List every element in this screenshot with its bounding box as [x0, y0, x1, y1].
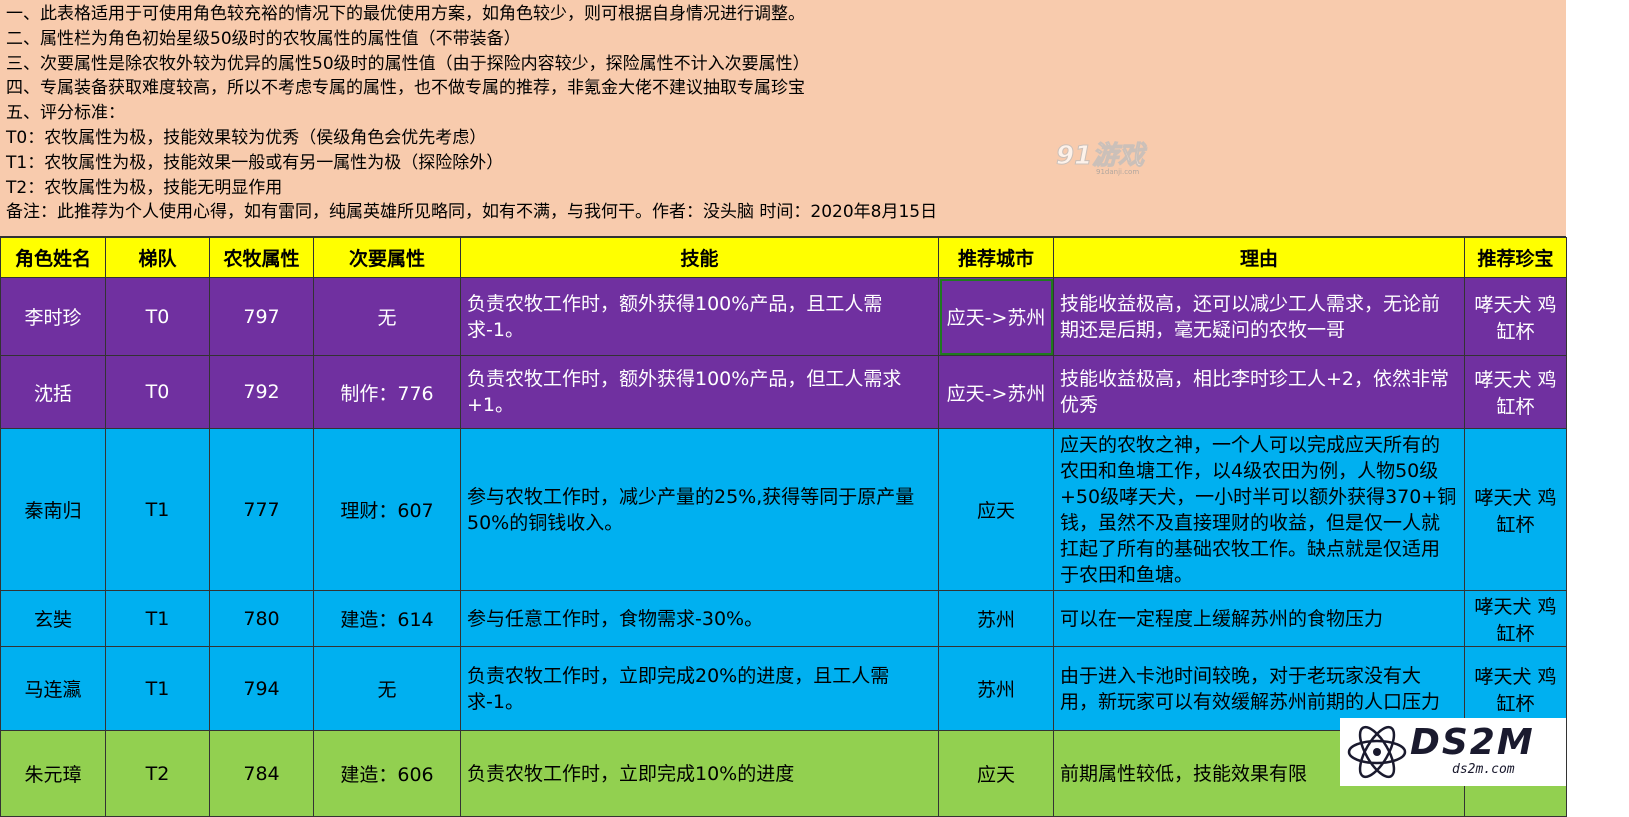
cell-reason: 技能收益极高，还可以减少工人需求，无论前期还是后期，毫无疑问的农牧一哥 — [1053, 277, 1465, 356]
cell-name: 玄奘 — [0, 590, 106, 647]
cell-secondary: 理财：607 — [313, 428, 461, 591]
cell-reason: 技能收益极高，相比李时珍工人+2，依然非常优秀 — [1053, 355, 1465, 429]
watermark-91-sub: 91danji.com — [1096, 168, 1139, 176]
cell-farm: 794 — [209, 646, 314, 731]
cell-city: 苏州 — [938, 646, 1054, 731]
cell-treasure: 哮天犬 鸡缸杯 — [1464, 428, 1567, 591]
notes-panel: 一、此表格适用于可使用角色较充裕的情况下的最优使用方案，如角色较少，则可根据自身… — [0, 0, 1566, 237]
table-row: 沈括 T0 792 制作：776 负责农牧工作时，额外获得100%产品，但工人需… — [0, 355, 1567, 429]
cell-reason: 可以在一定程度上缓解苏州的食物压力 — [1053, 590, 1465, 647]
watermark-91-logo: 91游戏 91danji.com — [1056, 141, 1148, 177]
cell-name: 朱元璋 — [0, 730, 106, 817]
cell-farm: 784 — [209, 730, 314, 817]
cell-city: 应天 — [938, 428, 1054, 591]
table-row: 李时珍 T0 797 无 负责农牧工作时，额外获得100%产品，且工人需求-1。… — [0, 277, 1567, 356]
cell-name: 李时珍 — [0, 277, 106, 356]
note-line: 二、属性栏为角色初始星级50级时的农牧属性的属性值（不带装备） — [6, 28, 521, 49]
header-tier: 梯队 — [105, 237, 210, 278]
note-line: 备注：此推荐为个人使用心得，如有雷同，纯属英雄所见略同，如有不满，与我何干。作者… — [6, 202, 938, 223]
cell-tier: T0 — [105, 277, 210, 356]
header-name: 角色姓名 — [0, 237, 106, 278]
cell-treasure: 哮天犬 鸡缸杯 — [1464, 590, 1567, 647]
cell-tier: T1 — [105, 646, 210, 731]
header-city: 推荐城市 — [938, 237, 1054, 278]
cell-skill: 负责农牧工作时，额外获得100%产品，且工人需求-1。 — [460, 277, 939, 356]
recommendation-table: 角色姓名 梯队 农牧属性 次要属性 技能 推荐城市 理由 推荐珍宝 李时珍 T0… — [0, 237, 1567, 817]
cell-tier: T0 — [105, 355, 210, 429]
note-line: T2：农牧属性为极，技能无明显作用 — [6, 177, 283, 198]
cell-skill: 参与农牧工作时，减少产量的25%,获得等同于原产量50%的铜钱收入。 — [460, 428, 939, 591]
cell-secondary: 无 — [313, 277, 461, 356]
cell-skill: 负责农牧工作时，立即完成10%的进度 — [460, 730, 939, 817]
cell-secondary: 无 — [313, 646, 461, 731]
note-line: 三、次要属性是除农牧外较为优异的属性50级时的属性值（由于探险内容较少，探险属性… — [6, 53, 810, 74]
header-farm: 农牧属性 — [209, 237, 314, 278]
cell-secondary: 制作：776 — [313, 355, 461, 429]
cell-name: 沈括 — [0, 355, 106, 429]
ds2m-logo-url: ds2m.com — [1452, 762, 1515, 777]
ds2m-logo: DS2M ds2m.com — [1340, 718, 1566, 786]
header-row: 角色姓名 梯队 农牧属性 次要属性 技能 推荐城市 理由 推荐珍宝 — [0, 237, 1567, 278]
cell-secondary: 建造：614 — [313, 590, 461, 647]
cell-farm: 777 — [209, 428, 314, 591]
header-treasure: 推荐珍宝 — [1464, 237, 1567, 278]
table-row: 秦南归 T1 777 理财：607 参与农牧工作时，减少产量的25%,获得等同于… — [0, 428, 1567, 591]
cell-city[interactable]: 应天->苏州 — [938, 277, 1054, 356]
cell-tier: T1 — [105, 590, 210, 647]
atom-icon — [1347, 725, 1407, 779]
note-line: T1：农牧属性为极，技能效果一般或有另一属性为极（探险除外） — [6, 152, 504, 173]
cell-skill: 参与任意工作时，食物需求-30%。 — [460, 590, 939, 647]
cell-name: 马连瀛 — [0, 646, 106, 731]
header-reason: 理由 — [1053, 237, 1465, 278]
cell-farm: 780 — [209, 590, 314, 647]
cell-treasure: 哮天犬 鸡缸杯 — [1464, 277, 1567, 356]
cell-city: 苏州 — [938, 590, 1054, 647]
cell-reason: 应天的农牧之神，一个人可以完成应天所有的农田和鱼塘工作，以4级农田为例，人物50… — [1053, 428, 1465, 591]
watermark-91-main: 91游戏 — [1056, 141, 1147, 171]
table-row: 马连瀛 T1 794 无 负责农牧工作时，立即完成20%的进度，且工人需求-1。… — [0, 646, 1567, 731]
note-line: 四、专属装备获取难度较高，所以不考虑专属的属性，也不做专属的推荐，非氪金大佬不建… — [6, 78, 805, 99]
cell-treasure: 哮天犬 鸡缸杯 — [1464, 355, 1567, 429]
cell-secondary: 建造：606 — [313, 730, 461, 817]
cell-skill: 负责农牧工作时，额外获得100%产品，但工人需求+1。 — [460, 355, 939, 429]
cell-farm: 797 — [209, 277, 314, 356]
table-row: 玄奘 T1 780 建造：614 参与任意工作时，食物需求-30%。 苏州 可以… — [0, 590, 1567, 647]
cell-skill: 负责农牧工作时，立即完成20%的进度，且工人需求-1。 — [460, 646, 939, 731]
cell-tier: T2 — [105, 730, 210, 817]
cell-farm: 792 — [209, 355, 314, 429]
note-line: 一、此表格适用于可使用角色较充裕的情况下的最优使用方案，如角色较少，则可根据自身… — [6, 4, 805, 24]
table-row: 朱元璋 T2 784 建造：606 负责农牧工作时，立即完成10%的进度 应天 … — [0, 730, 1567, 817]
cell-city: 应天->苏州 — [938, 355, 1054, 429]
note-line: T0：农牧属性为极，技能效果较为优秀（侯级角色会优先考虑） — [6, 127, 487, 148]
note-line: 五、评分标准： — [6, 103, 125, 124]
ds2m-logo-text: DS2M — [1410, 722, 1535, 763]
header-skill: 技能 — [460, 237, 939, 278]
cell-tier: T1 — [105, 428, 210, 591]
cell-city: 应天 — [938, 730, 1054, 817]
header-secondary: 次要属性 — [313, 237, 461, 278]
cell-name: 秦南归 — [0, 428, 106, 591]
